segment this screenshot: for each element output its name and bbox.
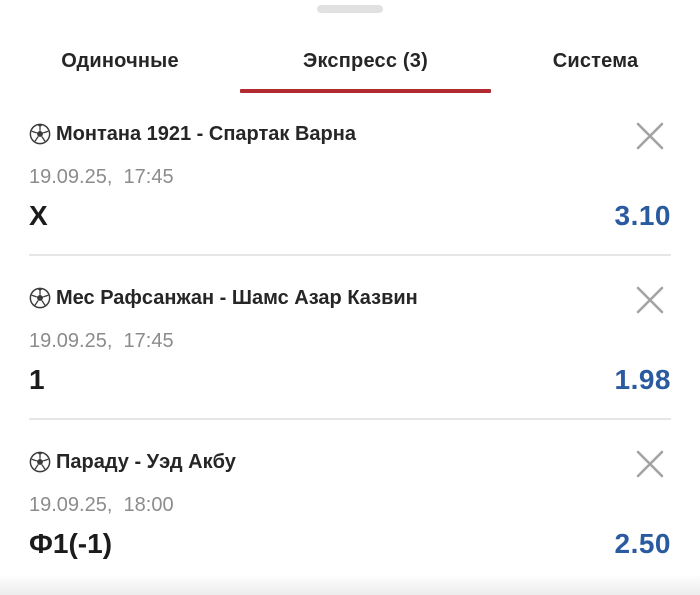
- bet-odds: 2.50: [614, 528, 671, 559]
- soccer-ball-icon: [29, 451, 51, 473]
- match-name: Мес Рафсанжан - Шамс Азар Казвин: [56, 286, 418, 309]
- tab-system-label: Система: [552, 50, 639, 72]
- close-icon[interactable]: [633, 447, 667, 481]
- match-row: Мес Рафсанжан - Шамс Азар Казвин: [29, 284, 418, 312]
- bet-outcome: X: [29, 200, 48, 231]
- bet-outcome: Ф1(-1): [29, 528, 113, 559]
- sheet-drag-handle[interactable]: [317, 5, 383, 13]
- event-datetime: 19.09.25, 18:00: [29, 494, 174, 516]
- bet-outcome: 1: [29, 364, 45, 395]
- match-name: Параду - Уэд Акбу: [56, 450, 236, 473]
- event-datetime: 19.09.25, 17:45: [29, 330, 174, 352]
- tab-express[interactable]: Экспресс (3): [240, 36, 491, 94]
- close-icon[interactable]: [633, 283, 667, 317]
- bet-item: Монтана 1921 - Спартак Варна 19.09.25, 1…: [0, 100, 700, 264]
- close-icon[interactable]: [633, 119, 667, 153]
- match-row: Монтана 1921 - Спартак Варна: [29, 120, 356, 148]
- active-tab-indicator: [240, 89, 491, 93]
- bet-item: Параду - Уэд Акбу 19.09.25, 18:00 Ф1(-1)…: [0, 428, 700, 592]
- bet-odds: 3.10: [614, 200, 671, 231]
- tab-single[interactable]: Одиночные: [0, 36, 240, 94]
- divider: [29, 254, 671, 256]
- soccer-ball-icon: [29, 287, 51, 309]
- tab-system[interactable]: Система: [491, 36, 700, 94]
- bet-item: Мес Рафсанжан - Шамс Азар Казвин 19.09.2…: [0, 264, 700, 428]
- event-datetime: 19.09.25, 17:45: [29, 166, 174, 188]
- tab-single-label: Одиночные: [61, 50, 179, 72]
- bottom-shadow: [0, 574, 700, 595]
- tab-express-label: Экспресс (3): [303, 50, 428, 72]
- divider: [29, 418, 671, 420]
- soccer-ball-icon: [29, 123, 51, 145]
- match-row: Параду - Уэд Акбу: [29, 448, 236, 476]
- match-name: Монтана 1921 - Спартак Варна: [56, 122, 356, 145]
- bet-type-tabs: Одиночные Экспресс (3) Система: [0, 36, 700, 94]
- bet-odds: 1.98: [614, 364, 671, 395]
